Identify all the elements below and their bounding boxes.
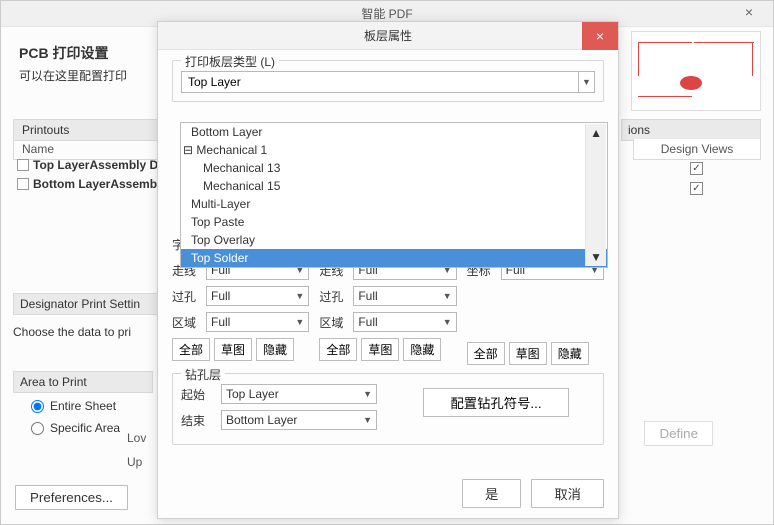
lbl-via2: 过孔 (319, 288, 353, 305)
area-radio-group: Entire Sheet Specific Area (13, 391, 120, 435)
chevron-down-icon: ▼ (295, 291, 304, 301)
dropdown-scrollbar[interactable]: ▲▼ (585, 124, 606, 266)
chevron-down-icon: ▼ (295, 317, 304, 327)
chevron-down-icon: ▼ (363, 389, 372, 399)
check-icon: ✓ (692, 163, 700, 174)
btn-sketch-3[interactable]: 草图 (509, 342, 547, 365)
select-via2[interactable]: Full▼ (353, 286, 456, 306)
chevron-down-icon: ▼ (363, 415, 372, 425)
btn-hide-2[interactable]: 隐藏 (403, 338, 441, 361)
scroll-up-icon[interactable]: ▲ (590, 126, 602, 140)
radio-entire[interactable] (31, 400, 44, 413)
inner-title: 板层属性 (364, 27, 412, 44)
design-views-header: Design Views (633, 139, 761, 160)
btn-all-3[interactable]: 全部 (467, 342, 505, 365)
btn-all-2[interactable]: 全部 (319, 338, 357, 361)
layer-properties-dialog: 板层属性 × 打印板层类型 (L) ▼ 字符Full▼ 走线Full▼ 过孔Fu… (157, 21, 619, 519)
check-icon: ✓ (692, 183, 700, 194)
chevron-down-icon: ▼ (443, 291, 452, 301)
area-header: Area to Print (13, 371, 153, 393)
ions-header: ions (621, 119, 761, 141)
layer-type-dropdown-list[interactable]: Bottom Layer ⊟ Mechanical 1 Mechanical 1… (180, 122, 608, 268)
dropdown-option[interactable]: Top Paste (181, 213, 607, 231)
radio-specific-row[interactable]: Specific Area (31, 421, 120, 435)
radio-specific[interactable] (31, 422, 44, 435)
row-label: Bottom LayerAssemb (33, 177, 157, 191)
end-layer-select[interactable]: Bottom Layer▼ (221, 410, 377, 430)
radio-entire-label: Entire Sheet (50, 399, 116, 413)
define-button[interactable]: Define (644, 421, 713, 446)
config-drill-symbols-button[interactable]: 配置钻孔符号... (423, 388, 568, 417)
yes-button[interactable]: 是 (462, 479, 521, 508)
layer-type-fieldset: 打印板层类型 (L) ▼ (172, 60, 604, 102)
radio-entire-row[interactable]: Entire Sheet (31, 399, 120, 413)
lbl-region: 区域 (172, 314, 206, 331)
low-up-labels: Lov Up (127, 431, 146, 469)
btn-sketch-2[interactable]: 草图 (361, 338, 399, 361)
start-layer-select[interactable]: Top Layer▼ (221, 384, 377, 404)
start-label: 起始 (181, 386, 215, 403)
select-region2[interactable]: Full▼ (353, 312, 456, 332)
design-view-checkbox-2[interactable]: ✓ (690, 182, 703, 195)
radio-specific-label: Specific Area (50, 421, 120, 435)
printouts-col: Printouts (14, 120, 174, 140)
btn-sketch-1[interactable]: 草图 (214, 338, 252, 361)
dropdown-option[interactable]: Mechanical 13 (181, 159, 607, 177)
cancel-button[interactable]: 取消 (531, 479, 604, 508)
dropdown-option[interactable]: Top Overlay (181, 231, 607, 249)
row-expand-icon[interactable] (17, 159, 29, 171)
dropdown-option[interactable]: ⊟ Mechanical 1 (181, 141, 607, 159)
close-icon: × (596, 28, 604, 44)
parent-close-button[interactable]: × (729, 1, 769, 23)
dropdown-option[interactable]: Mechanical 15 (181, 177, 607, 195)
dropdown-option[interactable]: Bottom Layer (181, 123, 607, 141)
parent-dialog: 智能 PDF × PCB 打印设置 可以在这里配置打印 Printouts Na… (0, 0, 774, 525)
layer-type-combo[interactable]: ▼ (181, 71, 595, 93)
close-icon: × (745, 4, 753, 20)
dropdown-option[interactable]: Multi-Layer (181, 195, 607, 213)
end-label: 结束 (181, 412, 215, 429)
select-region[interactable]: Full▼ (206, 312, 309, 332)
layer-type-legend: 打印板层类型 (L) (181, 53, 279, 70)
row-expand-icon[interactable] (17, 178, 29, 190)
chevron-down-icon[interactable]: ▼ (579, 71, 595, 93)
scroll-down-icon[interactable]: ▼ (590, 250, 602, 264)
parent-title: 智能 PDF (361, 5, 412, 22)
lbl-via: 过孔 (172, 288, 206, 305)
drill-fieldset: 钻孔层 起始 Top Layer▼ 结束 Bottom Layer▼ 配置钻 (172, 373, 604, 445)
choose-text: Choose the data to pri (13, 325, 131, 339)
design-view-checkbox-1[interactable]: ✓ (690, 162, 703, 175)
btn-hide-1[interactable]: 隐藏 (256, 338, 294, 361)
inner-close-button[interactable]: × (582, 22, 618, 50)
row-label: Top LayerAssembly D (33, 158, 158, 172)
preferences-button[interactable]: Preferences... (15, 485, 128, 510)
layer-type-input[interactable] (181, 71, 579, 93)
preview-thumbnail (631, 31, 761, 111)
low-label: Lov (127, 431, 146, 445)
select-via[interactable]: Full▼ (206, 286, 309, 306)
btn-all-1[interactable]: 全部 (172, 338, 210, 361)
drill-legend: 钻孔层 (181, 366, 225, 383)
inner-footer: 是 取消 (462, 479, 604, 508)
inner-titlebar: 板层属性 × (158, 22, 618, 50)
up-label: Up (127, 455, 146, 469)
lbl-region2: 区域 (319, 314, 353, 331)
dropdown-option-highlighted[interactable]: Top Solder (181, 249, 607, 267)
chevron-down-icon: ▼ (443, 317, 452, 327)
btn-hide-3[interactable]: 隐藏 (551, 342, 589, 365)
